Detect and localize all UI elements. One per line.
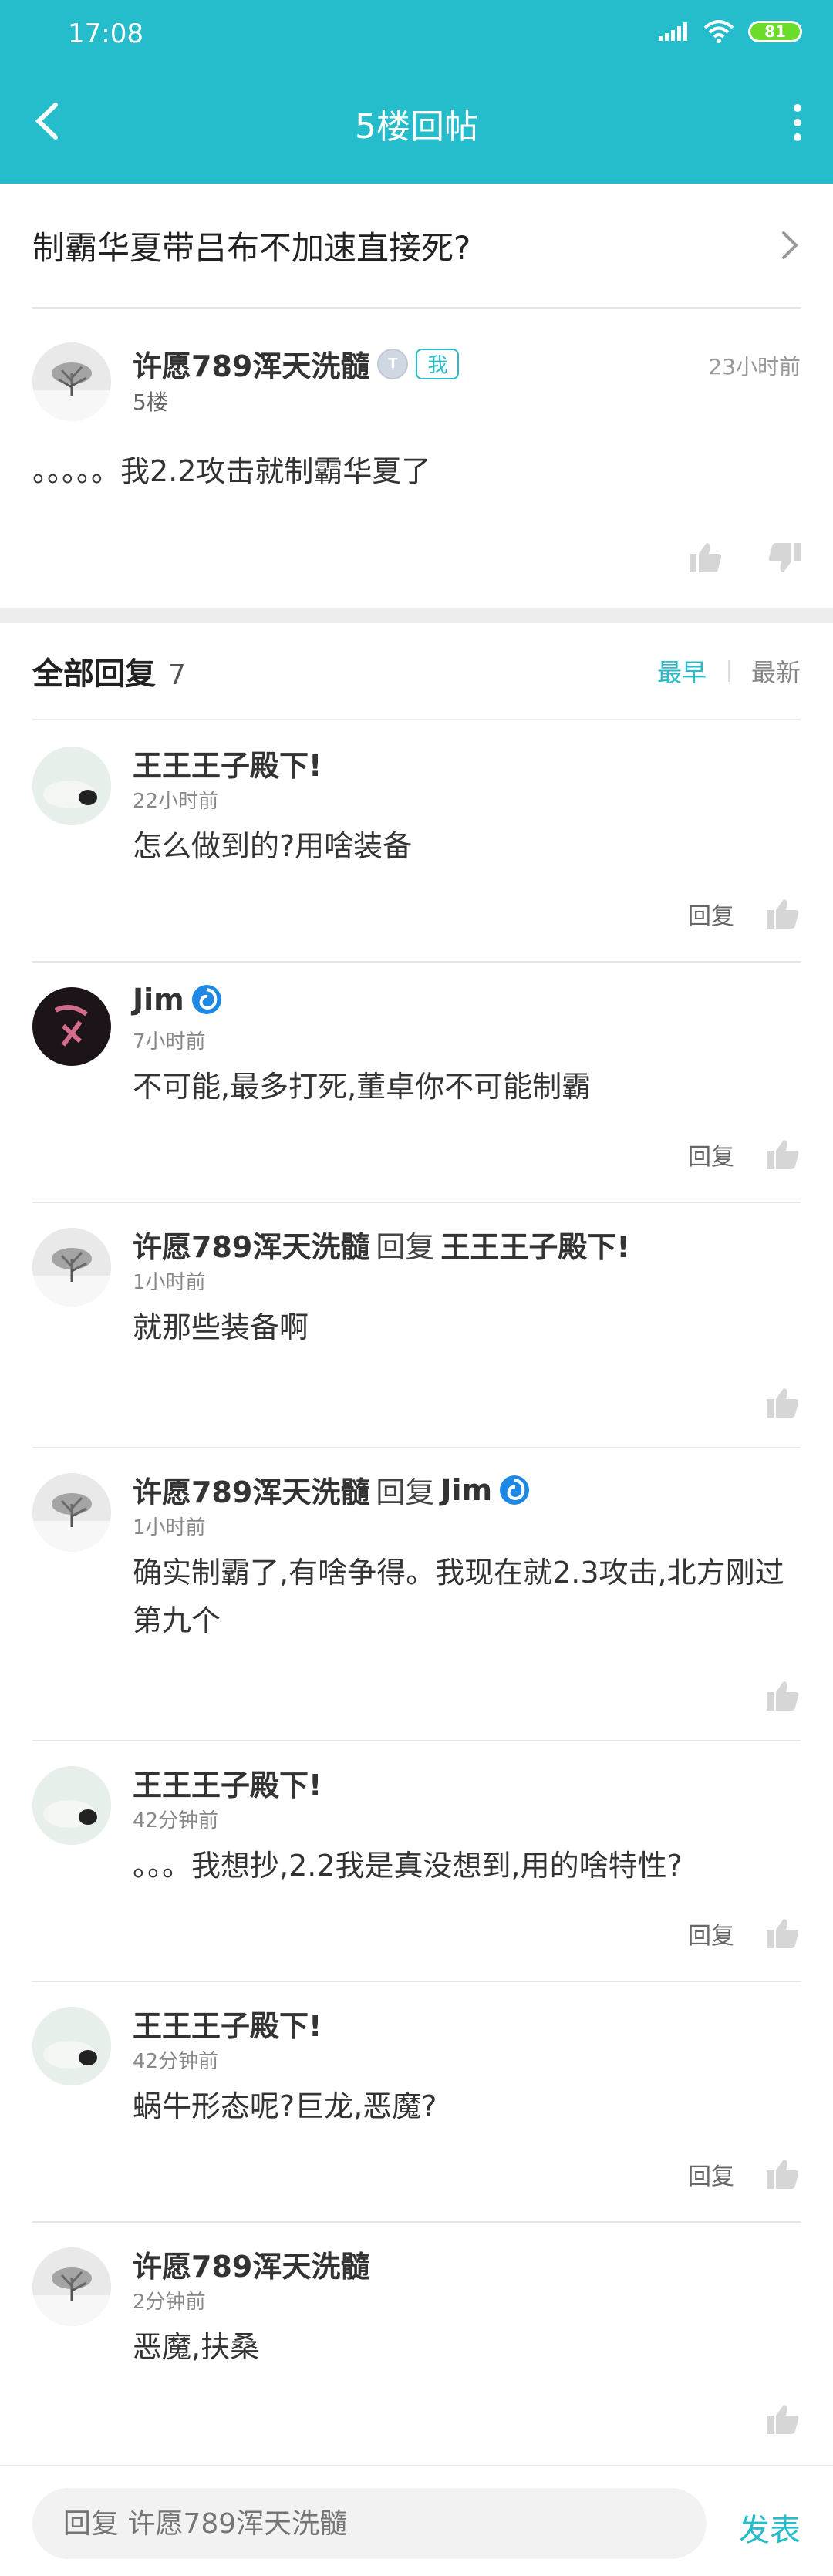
reply-text: 怎么做到的?用啥装备 <box>133 829 413 863</box>
reply-time: 1小时前 <box>133 1271 206 1294</box>
level-badge: T <box>377 348 409 379</box>
reply-author[interactable]: 许愿789浑天洗髓 <box>133 1468 369 1511</box>
send-button[interactable]: 发表 <box>739 2505 801 2550</box>
more-icon[interactable] <box>790 103 805 142</box>
floor-label: 5楼 <box>133 389 168 415</box>
chevron-right-icon <box>782 231 798 259</box>
avatar[interactable] <box>32 342 111 421</box>
sort-earliest-tab[interactable]: 最早 <box>657 653 707 689</box>
status-icons: 81 <box>659 20 802 43</box>
reply-button[interactable]: 回复 <box>688 897 734 931</box>
swirl-badge-icon <box>500 1475 530 1505</box>
reply-time: 1小时前 <box>133 1516 206 1539</box>
thumb-up-icon[interactable] <box>765 1678 801 1714</box>
replies-count: 7 <box>168 659 186 691</box>
post-author-name-row: 许愿789浑天洗髓 T 我 <box>133 342 460 385</box>
reply-author[interactable]: 王王王子殿下! <box>133 1762 322 1804</box>
avatar[interactable] <box>32 1766 111 1845</box>
reply-to-user[interactable]: Jim <box>440 1473 492 1507</box>
reply-item: 王王王子殿下! 22小时前 怎么做到的?用啥装备 回复 <box>32 722 801 963</box>
post-actions <box>688 540 802 575</box>
reply-item: 王王王子殿下! 42分钟前 蜗牛形态呢?巨龙,恶魔? 回复 <box>32 1982 801 2223</box>
reply-item: Jim 7小时前 不可能,最多打死,董卓你不可能制霸 回复 <box>32 963 801 1203</box>
thumb-up-icon[interactable] <box>765 1137 801 1172</box>
thread-title-row[interactable]: 制霸华夏带吕布不加速直接死? <box>32 184 801 309</box>
reply-author[interactable]: Jim <box>133 983 184 1017</box>
wifi-icon <box>703 20 734 43</box>
reply-to-word: 回复 <box>376 1230 435 1264</box>
post-time: 23小时前 <box>708 354 801 379</box>
reply-button[interactable]: 回复 <box>688 1917 734 1951</box>
thumb-up-icon[interactable] <box>765 2402 801 2437</box>
reply-text: 确实制霸了,有啥争得。我现在就2.3攻击,北方刚过第九个 <box>133 1556 784 1637</box>
reply-text: 恶魔,扶桑 <box>133 2330 260 2364</box>
status-time: 17:08 <box>68 19 143 49</box>
thumb-up-icon[interactable] <box>688 540 723 575</box>
reply-time: 22小时前 <box>133 790 219 813</box>
thumb-up-icon[interactable] <box>765 2156 801 2192</box>
avatar[interactable] <box>32 747 111 825</box>
sort-newest-tab[interactable]: 最新 <box>751 653 801 689</box>
reply-item: 王王王子殿下! 42分钟前 。。。我想抄,2.2我是真没想到,用的啥特性? 回复 <box>32 1741 801 1982</box>
reply-time: 42分钟前 <box>133 1809 219 1833</box>
reply-text: 。。。我想抄,2.2我是真没想到,用的啥特性? <box>133 1849 683 1883</box>
replies-title: 全部回复 <box>32 656 156 692</box>
avatar[interactable] <box>32 2007 111 2085</box>
reply-item: 许愿789浑天洗髓 回复 王王王子殿下! 1小时前 就那些装备啊 <box>32 1203 801 1448</box>
signal-icon <box>659 22 687 41</box>
avatar[interactable] <box>32 2247 111 2326</box>
reply-button[interactable]: 回复 <box>688 2157 734 2191</box>
thumb-up-icon[interactable] <box>765 1385 801 1421</box>
reply-author[interactable]: 王王王子殿下! <box>133 2002 322 2045</box>
reply-time: 2分钟前 <box>133 2291 206 2314</box>
post-body: 。。。。。我2.2攻击就制霸华夏了 <box>32 454 431 488</box>
reply-to-word: 回复 <box>376 1475 435 1509</box>
reply-time: 7小时前 <box>133 1030 206 1054</box>
swirl-badge-icon <box>191 985 221 1014</box>
avatar[interactable] <box>32 1228 111 1307</box>
reply-text: 就那些装备啊 <box>133 1310 309 1344</box>
reply-to-user[interactable]: 王王王子殿下! <box>440 1223 629 1266</box>
reply-author[interactable]: 许愿789浑天洗髓 <box>133 2243 369 2285</box>
reply-author[interactable]: 许愿789浑天洗髓 <box>133 1223 369 1266</box>
me-badge: 我 <box>416 348 460 379</box>
thumb-up-icon[interactable] <box>765 1916 801 1951</box>
reply-item: 许愿789浑天洗髓 2分钟前 恶魔,扶桑 <box>32 2223 801 2463</box>
replies-header: 全部回复 7 最早 最新 <box>32 623 801 720</box>
thread-title: 制霸华夏带吕布不加速直接死? <box>32 228 471 267</box>
reply-item: 许愿789浑天洗髓 回复 Jim 1小时前 确实制霸了,有啥争得。我现在就2.3… <box>32 1448 801 1741</box>
section-divider <box>0 608 833 623</box>
reply-author[interactable]: 王王王子殿下! <box>133 742 322 784</box>
reply-input[interactable] <box>32 2488 707 2559</box>
sort-separator <box>727 660 730 682</box>
post-author: 许愿789浑天洗髓 T 我 5楼 23小时前 <box>32 342 801 435</box>
avatar[interactable] <box>32 1473 111 1552</box>
thumb-down-icon[interactable] <box>767 540 802 575</box>
reply-time: 42分钟前 <box>133 2050 219 2073</box>
page-title: 5楼回帖 <box>355 107 478 147</box>
author-name[interactable]: 许愿789浑天洗髓 <box>133 342 369 385</box>
reply-button[interactable]: 回复 <box>688 1138 734 1172</box>
thumb-up-icon[interactable] <box>765 896 801 932</box>
app-header: 17:08 81 5楼回帖 <box>0 0 833 184</box>
reply-composer: 发表 <box>0 2465 833 2576</box>
reply-text: 蜗牛形态呢?巨龙,恶魔? <box>133 2089 437 2123</box>
avatar[interactable] <box>32 987 111 1066</box>
reply-text: 不可能,最多打死,董卓你不可能制霸 <box>133 1070 592 1104</box>
battery-indicator: 81 <box>748 21 802 42</box>
